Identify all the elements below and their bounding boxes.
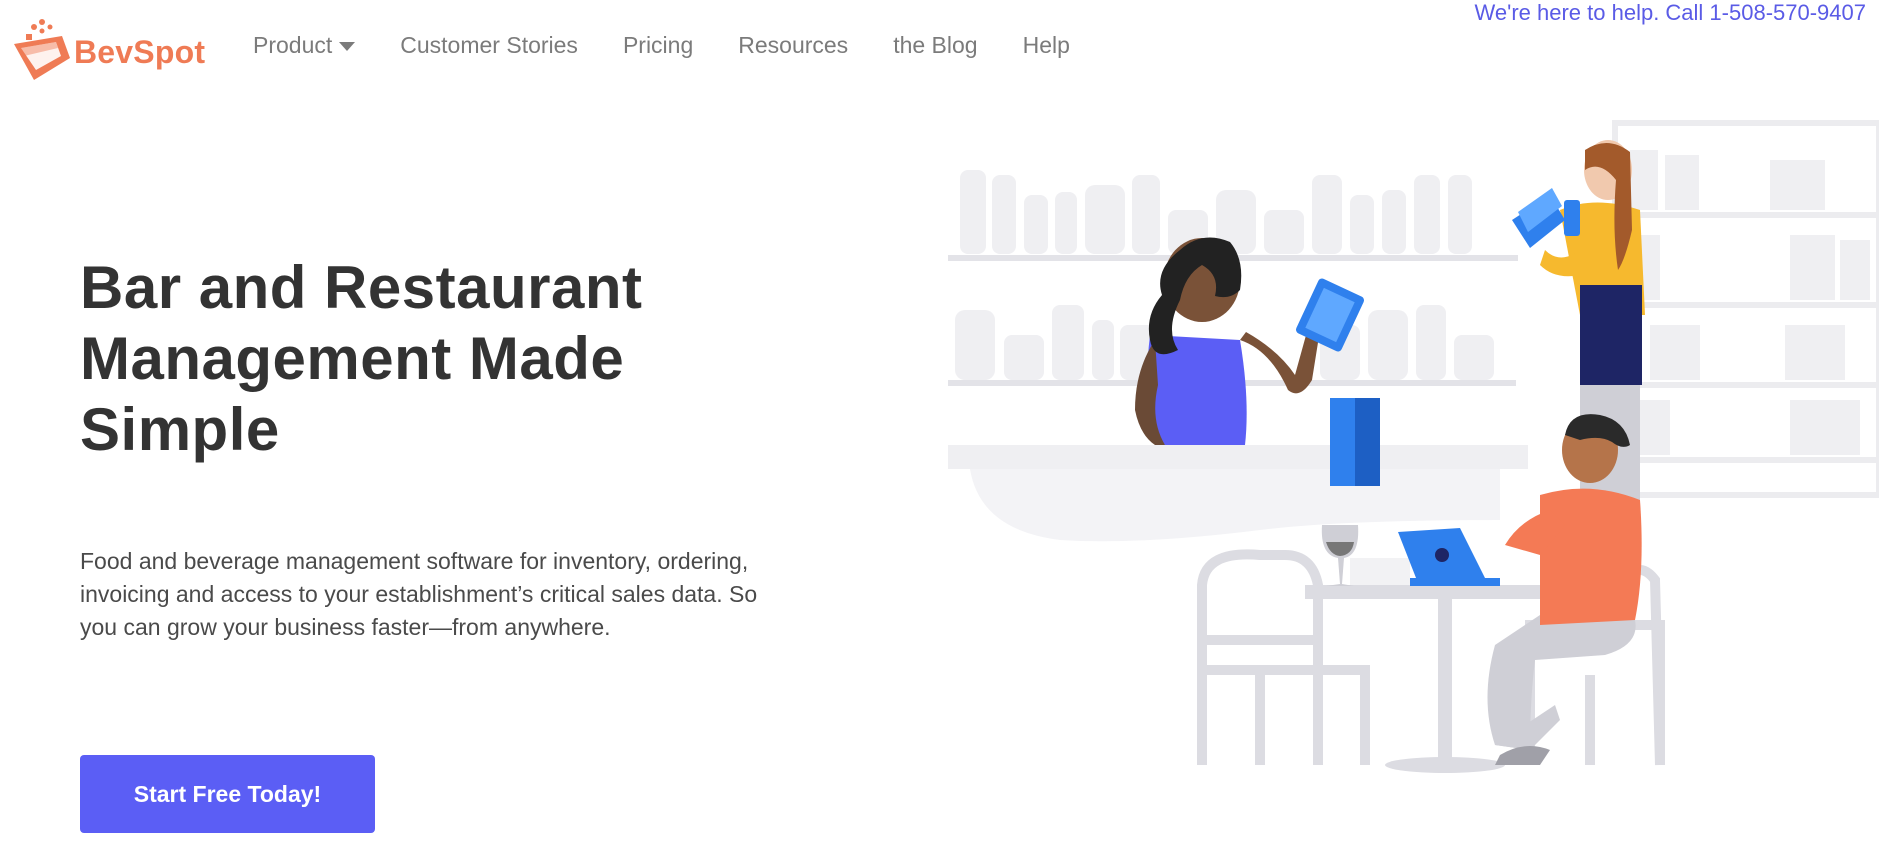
start-free-button[interactable]: Start Free Today! — [80, 755, 375, 833]
nav-item-pricing[interactable]: Pricing — [623, 32, 693, 59]
nav-item-help[interactable]: Help — [1023, 32, 1070, 59]
nav-item-label: the Blog — [893, 31, 978, 58]
nav-item-resources[interactable]: Resources — [738, 32, 848, 59]
nav-item-label: Help — [1022, 31, 1070, 58]
hero-title: Bar and Restaurant Management Made Simpl… — [80, 254, 643, 463]
help-phone-link[interactable]: We're here to help. Call 1-508-570-9407 — [1475, 0, 1866, 26]
nav-item-product[interactable]: Product — [253, 31, 356, 59]
site-header: BevSpot Product Customer Stories Pricing… — [0, 0, 1879, 90]
logo-link[interactable]: BevSpot — [12, 18, 205, 82]
page: BevSpot Product Customer Stories Pricing… — [0, 0, 1879, 841]
restaurant-scene-illustration — [940, 100, 1879, 841]
brand-name: BevSpot — [74, 33, 206, 70]
nav-item-label: Customer Stories — [400, 31, 578, 58]
nav-item-label: Resources — [738, 31, 849, 58]
nav-item-label: Product — [253, 31, 333, 58]
bar-counter — [948, 445, 1528, 542]
nav-item-blog[interactable]: the Blog — [893, 32, 977, 59]
hero-description: Food and beverage management software fo… — [80, 548, 758, 640]
caret-down-icon — [339, 42, 356, 51]
nav-item-customer-stories[interactable]: Customer Stories — [400, 32, 578, 59]
bevspot-logo-icon — [14, 19, 70, 80]
nav-item-label: Pricing — [622, 31, 694, 58]
main-nav: Product Customer Stories Pricing Resourc… — [253, 28, 1115, 62]
